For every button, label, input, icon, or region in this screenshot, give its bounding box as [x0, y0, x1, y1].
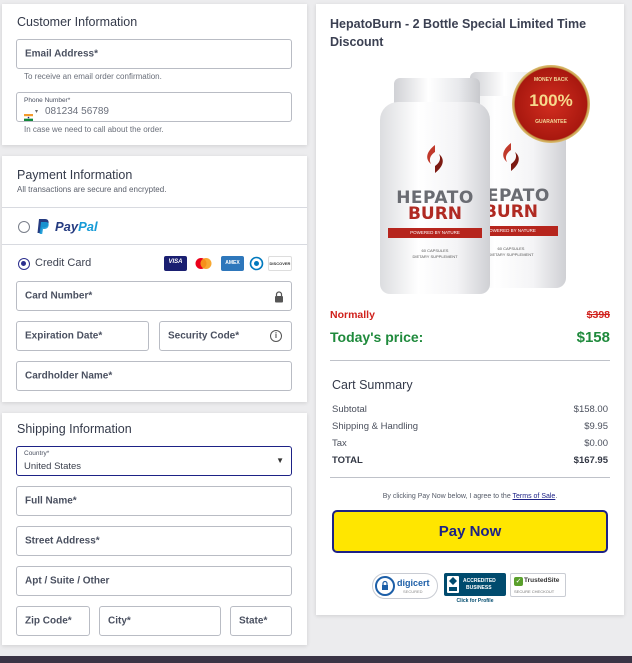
terms-of-sale-link[interactable]: Terms of Sale	[513, 493, 556, 500]
subtotal-label: Subtotal	[332, 404, 367, 415]
apt-suite-field[interactable]: Apt / Suite / Other	[16, 566, 292, 596]
hepatoburn-logo-icon	[498, 142, 524, 172]
bbb-caption[interactable]: Click for Profile	[444, 598, 506, 604]
zip-code-label: Zip Code*	[25, 615, 72, 627]
security-code-field[interactable]: Security Code* i	[159, 321, 292, 351]
email-helper-text: To receive an email order confirmation.	[24, 72, 162, 81]
customer-info-title: Customer Information	[17, 15, 138, 29]
card-number-field[interactable]: Card Number*	[16, 281, 292, 311]
paypal-logo[interactable]: Pay Pal	[36, 217, 98, 235]
street-address-field[interactable]: Street Address*	[16, 526, 292, 556]
country-label: Country*	[24, 450, 50, 457]
tax-value: $0.00	[584, 438, 608, 449]
full-name-field[interactable]: Full Name*	[16, 486, 292, 516]
tax-label: Tax	[332, 438, 347, 449]
digicert-badge[interactable]: digicert SECURED	[372, 573, 438, 599]
email-field[interactable]: Email Address*	[16, 39, 292, 69]
payment-divider-mid	[2, 244, 307, 245]
country-value: United States	[24, 461, 82, 472]
amex-icon: AMEX	[221, 256, 244, 271]
zip-code-field[interactable]: Zip Code*	[16, 606, 90, 636]
state-field[interactable]: State*	[230, 606, 292, 636]
diners-club-icon	[248, 256, 265, 271]
india-flag-icon[interactable]	[24, 108, 33, 121]
today-label: Today's price:	[330, 329, 424, 345]
cardholder-name-field[interactable]: Cardholder Name*	[16, 361, 292, 391]
phone-helper-text: In case we need to call about the order.	[24, 125, 164, 134]
info-icon[interactable]: i	[270, 330, 282, 342]
paypal-word-pal: Pal	[78, 218, 98, 234]
checkmark-icon: ✓	[514, 577, 523, 586]
terms-text: By clicking Pay Now below, I agree to th…	[382, 493, 558, 500]
lock-icon	[274, 290, 284, 303]
subtotal-value: $158.00	[573, 404, 608, 415]
credit-card-radio[interactable]	[18, 258, 30, 270]
normally-label: Normally	[330, 309, 375, 321]
payment-subtitle: All transactions are secure and encrypte…	[17, 185, 167, 194]
money-back-guarantee-seal: MONEY BACK 100% GUARANTEE	[512, 65, 590, 143]
full-name-label: Full Name*	[25, 495, 77, 507]
card-number-label: Card Number*	[25, 290, 93, 302]
expiration-date-field[interactable]: Expiration Date*	[16, 321, 149, 351]
city-label: City*	[108, 615, 131, 627]
credit-card-label[interactable]: Credit Card	[35, 257, 91, 269]
bottle-left: HEPATO BURN POWERED BY NATURE 60 CAPSULE…	[380, 102, 490, 294]
chevron-down-icon[interactable]: ▾	[35, 108, 38, 115]
discover-icon: DISCOVER	[268, 256, 292, 271]
cardholder-name-label: Cardholder Name*	[25, 370, 113, 382]
bbb-accredited-badge[interactable]: ACCREDITED BUSINESS	[444, 573, 506, 596]
mastercard-icon	[192, 256, 215, 271]
chevron-down-icon: ▼	[276, 456, 284, 465]
security-code-label: Security Code*	[168, 330, 240, 342]
product-title: HepatoBurn - 2 Bottle Special Limited Ti…	[330, 17, 587, 49]
visa-icon: VISA	[164, 256, 187, 271]
hepatoburn-logo-icon	[422, 144, 448, 174]
shipping-info-title: Shipping Information	[17, 422, 132, 436]
digicert-icon	[375, 576, 395, 596]
cart-divider	[330, 477, 610, 478]
phone-input[interactable]: 081234 56789	[45, 106, 109, 117]
today-price: $158	[576, 329, 610, 346]
country-select[interactable]: Country* United States ▼	[16, 446, 292, 476]
paypal-word-pay: Pay	[55, 218, 79, 234]
cart-summary-title: Cart Summary	[332, 378, 413, 392]
paypal-icon	[36, 218, 50, 234]
shipping-label: Shipping & Handling	[332, 421, 419, 432]
street-address-label: Street Address*	[25, 535, 100, 547]
pricing-divider	[330, 360, 610, 361]
state-label: State*	[239, 615, 268, 627]
phone-label: Phone Number*	[24, 97, 71, 104]
bbb-icon	[447, 576, 459, 593]
normally-price: $398	[586, 309, 610, 321]
apt-suite-label: Apt / Suite / Other	[25, 575, 110, 587]
city-field[interactable]: City*	[99, 606, 221, 636]
email-label: Email Address*	[25, 48, 98, 60]
payment-divider-top	[2, 207, 307, 208]
total-label: TOTAL	[332, 455, 363, 466]
trustedsite-badge[interactable]: ✓ TrustedSite SECURE CHECKOUT	[510, 573, 566, 597]
paypal-radio[interactable]	[18, 221, 30, 233]
payment-info-title: Payment Information	[17, 168, 133, 182]
expiration-date-label: Expiration Date*	[25, 330, 103, 342]
phone-field[interactable]: Phone Number* ▾ 081234 56789	[16, 92, 292, 122]
footer-bar	[0, 656, 632, 663]
shipping-value: $9.95	[584, 421, 608, 432]
total-value: $167.95	[573, 455, 608, 466]
pay-now-button[interactable]: Pay Now	[332, 510, 608, 553]
